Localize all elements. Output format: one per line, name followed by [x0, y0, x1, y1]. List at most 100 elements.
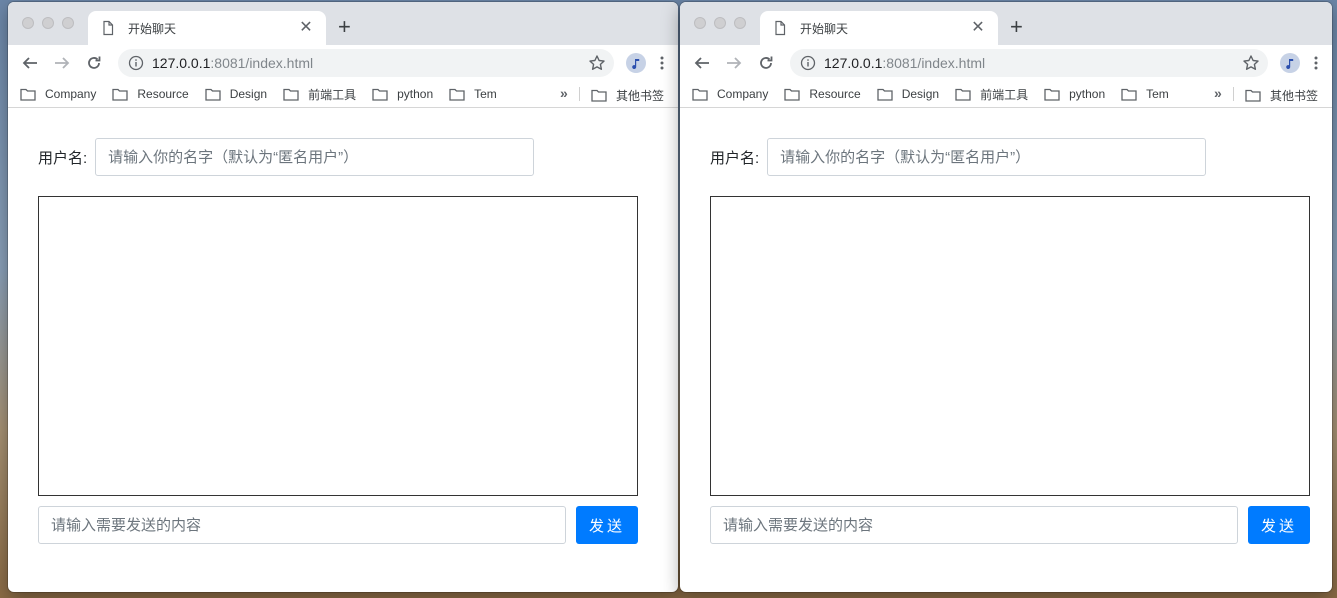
message-input[interactable]	[710, 506, 1238, 544]
music-note-icon	[1286, 59, 1294, 69]
username-input[interactable]	[767, 138, 1207, 176]
folder-icon	[1044, 88, 1060, 101]
username-input[interactable]	[95, 138, 535, 176]
tab-strip: 开始聊天 ✕ +	[680, 2, 1332, 45]
close-window-button[interactable]	[694, 17, 706, 29]
reload-icon	[88, 56, 101, 69]
reload-button[interactable]	[752, 49, 780, 77]
bookmark-folder-design[interactable]: Design	[877, 87, 939, 101]
bookmark-star-icon[interactable]	[1242, 54, 1260, 72]
chat-messages-box	[710, 196, 1310, 496]
folder-icon	[20, 88, 36, 101]
bookmarks-separator	[1233, 87, 1234, 101]
close-tab-icon[interactable]: ✕	[298, 20, 314, 36]
browser-window-right: 开始聊天 ✕ + 127.0.0.1:8081/index.html Comp…	[680, 2, 1332, 592]
browser-tab[interactable]: 开始聊天 ✕	[760, 11, 998, 45]
send-row: 发送	[38, 506, 638, 544]
folder-icon	[112, 88, 129, 101]
bookmark-folder-company[interactable]: Company	[20, 87, 96, 101]
bookmark-star-icon[interactable]	[588, 54, 606, 72]
bookmark-folder-resource[interactable]: Resource	[784, 87, 861, 101]
address-bar[interactable]: 127.0.0.1 :8081/index.html	[118, 49, 614, 77]
bookmark-folder-python[interactable]: python	[1044, 87, 1105, 101]
chat-messages-box	[38, 196, 638, 496]
folder-icon	[692, 88, 708, 101]
browser-tab[interactable]: 开始聊天 ✕	[88, 11, 326, 45]
message-input[interactable]	[38, 506, 566, 544]
bookmark-folder-tem[interactable]: Tem	[1121, 87, 1169, 101]
back-button[interactable]	[16, 49, 44, 77]
back-arrow-icon	[22, 57, 37, 69]
folder-icon	[283, 88, 299, 101]
bookmark-folder-python[interactable]: python	[372, 87, 433, 101]
username-row: 用户名:	[38, 138, 678, 176]
browser-toolbar: 127.0.0.1 :8081/index.html	[680, 45, 1332, 81]
bookmarks-bar: Company Resource Design 前端工具 python Tem	[680, 81, 1332, 108]
url-path: :8081/index.html	[210, 55, 314, 71]
url-host: 127.0.0.1	[152, 55, 211, 71]
forward-button[interactable]	[720, 49, 748, 77]
bookmarks-separator	[579, 87, 580, 101]
other-bookmarks-folder[interactable]: 其他书签	[591, 87, 664, 104]
folder-icon	[1245, 89, 1261, 102]
tab-strip: 开始聊天 ✕ +	[8, 2, 678, 45]
window-controls	[22, 17, 74, 29]
browser-toolbar: 127.0.0.1 :8081/index.html	[8, 45, 678, 81]
bookmark-folder-tem[interactable]: Tem	[449, 87, 497, 101]
tab-title: 开始聊天	[128, 21, 177, 36]
new-tab-icon[interactable]: +	[1010, 14, 1023, 40]
music-extension-icon[interactable]	[626, 53, 646, 73]
forward-arrow-icon	[55, 57, 70, 69]
bookmarks-overflow-button[interactable]: »	[1214, 85, 1222, 101]
more-menu-icon[interactable]	[654, 55, 670, 71]
document-icon	[103, 20, 114, 36]
folder-icon	[877, 88, 893, 101]
zoom-window-button[interactable]	[734, 17, 746, 29]
bookmark-folder-frontend-tools[interactable]: 前端工具	[955, 86, 1028, 103]
document-icon	[775, 20, 786, 36]
close-window-button[interactable]	[22, 17, 34, 29]
username-label: 用户名:	[38, 149, 88, 167]
window-controls	[694, 17, 746, 29]
folder-icon	[955, 88, 971, 101]
bookmarks-bar: Company Resource Design 前端工具 python Tem	[8, 81, 678, 108]
info-icon[interactable]	[128, 55, 144, 71]
username-row: 用户名:	[710, 138, 1332, 176]
desktop: 开始聊天 ✕ + 127.0.0.1:8081/index.html Comp…	[0, 0, 1337, 598]
back-arrow-icon	[694, 57, 709, 69]
folder-icon	[591, 89, 607, 102]
url-host: 127.0.0.1	[824, 55, 883, 71]
other-bookmarks-folder[interactable]: 其他书签	[1245, 87, 1318, 104]
new-tab-icon[interactable]: +	[338, 14, 351, 40]
browser-window-left: 开始聊天 ✕ + 127.0.0.1:8081/index.html Comp…	[8, 2, 678, 592]
address-bar[interactable]: 127.0.0.1 :8081/index.html	[790, 49, 1268, 77]
username-label: 用户名:	[710, 149, 760, 167]
music-note-icon	[632, 59, 640, 69]
zoom-window-button[interactable]	[62, 17, 74, 29]
forward-button[interactable]	[48, 49, 76, 77]
chat-page: 用户名: 发送	[680, 108, 1332, 544]
minimize-window-button[interactable]	[714, 17, 726, 29]
bookmarks-overflow-button[interactable]: »	[560, 85, 568, 101]
reload-button[interactable]	[80, 49, 108, 77]
more-menu-icon[interactable]	[1308, 55, 1324, 71]
tab-title: 开始聊天	[800, 21, 849, 36]
bookmark-folder-company[interactable]: Company	[692, 87, 768, 101]
back-button[interactable]	[688, 49, 716, 77]
chat-page: 用户名: 发送	[8, 108, 678, 544]
folder-icon	[784, 88, 801, 101]
send-button[interactable]: 发送	[1248, 506, 1310, 544]
send-button[interactable]: 发送	[576, 506, 638, 544]
bookmark-folder-frontend-tools[interactable]: 前端工具	[283, 86, 356, 103]
folder-icon	[205, 88, 221, 101]
send-row: 发送	[710, 506, 1310, 544]
bookmark-folder-resource[interactable]: Resource	[112, 87, 189, 101]
folder-icon	[372, 88, 388, 101]
bookmark-folder-design[interactable]: Design	[205, 87, 267, 101]
info-icon[interactable]	[800, 55, 816, 71]
close-tab-icon[interactable]: ✕	[970, 20, 986, 36]
url-path: :8081/index.html	[882, 55, 986, 71]
music-extension-icon[interactable]	[1280, 53, 1300, 73]
minimize-window-button[interactable]	[42, 17, 54, 29]
folder-icon	[1121, 88, 1137, 101]
